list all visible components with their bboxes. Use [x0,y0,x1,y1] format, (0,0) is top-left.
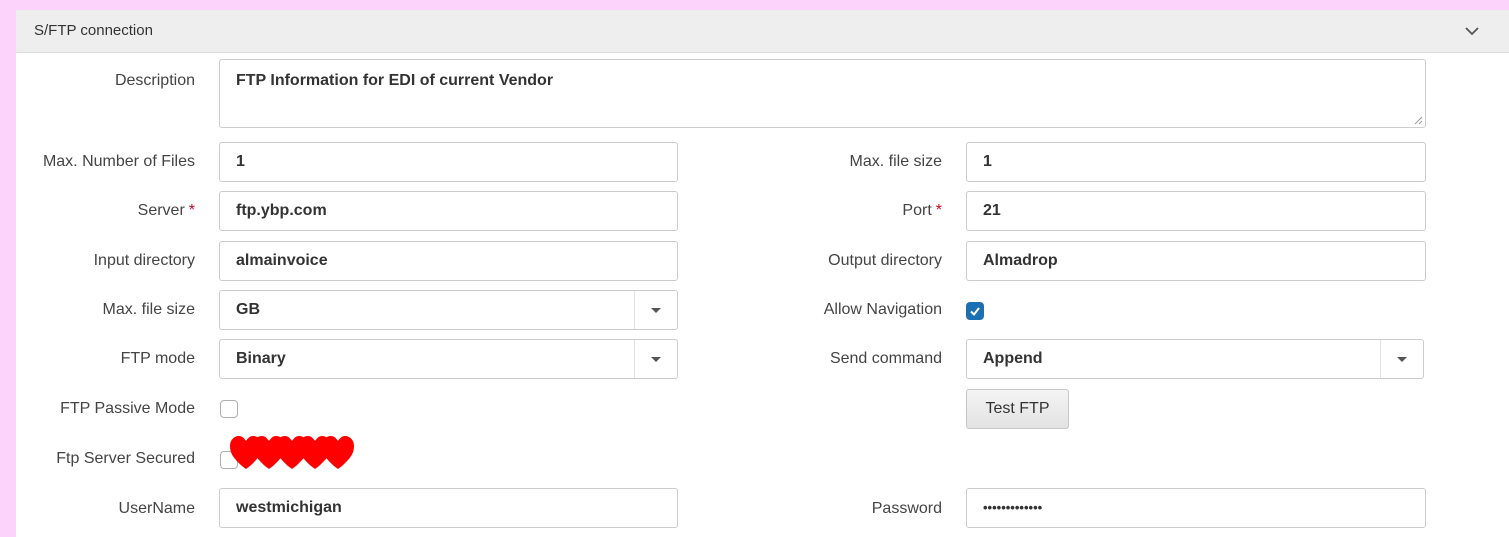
input-directory-input[interactable]: almainvoice [219,241,678,281]
description-textarea[interactable]: FTP Information for EDI of current Vendo… [219,59,1426,128]
hearts-overlay [230,436,354,469]
ftp-passive-mode-checkbox[interactable] [220,400,238,418]
max-number-of-files-input[interactable]: 1 [219,142,678,182]
caret-down-icon [651,357,661,362]
ftp-mode-select[interactable]: Binary [219,339,678,379]
port-input[interactable]: 21 [966,191,1426,231]
max-file-size-label: Max. file size [849,153,942,170]
input-directory-label: Input directory [93,252,195,269]
output-directory-input[interactable]: Almadrop [966,241,1426,281]
panel-header[interactable]: S/FTP connection [16,10,1509,53]
server-required-mark: * [188,202,195,219]
ftp-mode-value: Binary [236,350,286,367]
password-input[interactable]: ••••••••••••• [966,488,1426,528]
panel-title: S/FTP connection [34,22,153,39]
max-file-size-input[interactable]: 1 [966,142,1426,182]
caret-down-icon [1397,357,1407,362]
dropdown-toggle[interactable] [1380,340,1423,378]
dropdown-toggle[interactable] [634,291,677,329]
max-file-size-unit-label: Max. file size [102,301,195,318]
ftp-passive-mode-label: FTP Passive Mode [60,400,195,417]
server-label-text: Server [137,202,185,219]
send-command-label: Send command [829,350,942,367]
allow-navigation-checkbox[interactable] [966,302,984,320]
output-directory-label: Output directory [828,252,942,269]
description-value: FTP Information for EDI of current Vendo… [236,72,554,89]
send-command-value: Append [983,350,1043,367]
caret-down-icon [651,308,661,313]
ftp-mode-label: FTP mode [120,350,195,367]
resize-handle-icon[interactable] [1413,115,1423,125]
max-number-of-files-label: Max. Number of Files [42,153,195,170]
chevron-down-icon[interactable] [1463,24,1481,38]
dropdown-toggle[interactable] [634,340,677,378]
password-label: Password [871,500,942,517]
server-label: Server * [138,201,195,221]
username-label: UserName [118,500,195,517]
port-required-mark: * [935,202,942,219]
port-label-text: Port [902,202,932,219]
sftp-connection-panel: S/FTP connection Description FTP Informa… [16,10,1509,537]
send-command-select[interactable]: Append [966,339,1424,379]
server-input[interactable]: ftp.ybp.com [219,191,678,231]
max-file-size-unit-select[interactable]: GB [219,290,678,330]
description-label: Description [114,72,195,89]
max-file-size-unit-value: GB [236,301,260,318]
heart-icon [322,436,354,469]
allow-navigation-label: Allow Navigation [823,301,942,318]
check-icon [970,307,980,317]
test-ftp-button[interactable]: Test FTP [966,389,1069,429]
username-input[interactable]: westmichigan [219,488,678,528]
port-label: Port * [902,201,942,221]
ftp-server-secured-label: Ftp Server Secured [56,450,195,467]
